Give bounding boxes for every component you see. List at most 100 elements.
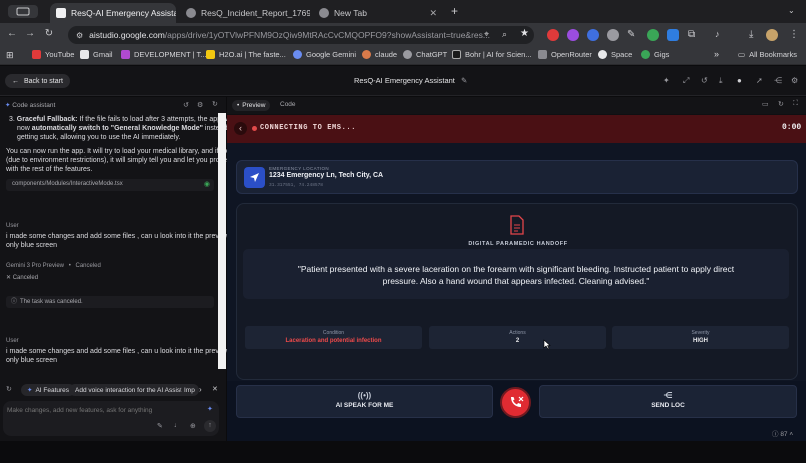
settings-icon[interactable]: ⚙ bbox=[197, 101, 203, 109]
model-name: Gemini 3 Pro Preview bbox=[6, 263, 65, 269]
bookmark-label: All Bookmarks bbox=[749, 50, 798, 59]
back-arrow-icon[interactable]: ← bbox=[3, 28, 21, 39]
url-path: /apps/drive/1yOTVlwPFNM9OzQiw9MtRAcCvCMQ… bbox=[164, 30, 490, 40]
extension-green-icon[interactable] bbox=[647, 29, 659, 41]
ai-speak-button[interactable]: ((•)) AI SPEAK FOR ME bbox=[236, 385, 493, 418]
chip-improve[interactable]: Imp bbox=[181, 384, 196, 396]
close-icon[interactable]: ✕ bbox=[212, 385, 218, 393]
download-icon[interactable]: ⤓ bbox=[719, 76, 723, 86]
bookmarks-overflow[interactable]: » bbox=[714, 49, 719, 59]
dot-icon: • bbox=[237, 102, 240, 109]
reload-preview-icon[interactable]: ↻ bbox=[778, 100, 784, 108]
browser-menu-icon[interactable]: ⋮ bbox=[789, 29, 801, 41]
share-link-icon[interactable]: ⤢ bbox=[683, 76, 689, 86]
bookmark-claude[interactable]: claude bbox=[362, 50, 397, 59]
tab-incident-report[interactable]: ResQ_Incident_Report_1769 ✕ bbox=[180, 3, 310, 23]
chevron-down-icon[interactable]: ⌄ bbox=[788, 6, 795, 15]
new-tab-button[interactable]: + bbox=[451, 4, 458, 18]
extension-grey-icon[interactable] bbox=[607, 29, 619, 41]
extension-red-icon[interactable] bbox=[547, 29, 559, 41]
send-icon[interactable]: ↑ bbox=[204, 420, 216, 432]
zoom-indicator[interactable]: ⓘ 87 ˄ bbox=[772, 428, 793, 438]
bookmark-openrouter[interactable]: OpenRouter bbox=[538, 50, 592, 59]
add-icon[interactable]: ⊕ bbox=[190, 422, 196, 430]
extension-blue2-icon[interactable] bbox=[667, 29, 679, 41]
extension-blue-icon[interactable] bbox=[587, 29, 599, 41]
tab-new-tab[interactable]: New Tab ✕ bbox=[313, 3, 443, 23]
tab-resq-assistant[interactable]: ResQ-AI Emergency Assistant ✕ bbox=[50, 3, 176, 23]
scrollbar[interactable] bbox=[218, 113, 226, 369]
file-path: components/Modules/InteractiveMode.tsx bbox=[12, 181, 123, 187]
claude-icon bbox=[362, 50, 371, 59]
bookmark-chatgpt[interactable]: ChatGPT bbox=[403, 50, 447, 59]
handoff-title: DIGITAL PARAMEDIC HANDOFF bbox=[468, 241, 568, 247]
extension-purple-icon[interactable] bbox=[567, 29, 579, 41]
all-bookmarks[interactable]: ▭ All Bookmarks bbox=[738, 50, 797, 59]
site-settings-icon[interactable]: ⚙ bbox=[76, 31, 83, 40]
deploy-rocket-icon[interactable]: ➚ bbox=[756, 76, 763, 85]
refresh-icon[interactable]: ↻ bbox=[212, 100, 218, 108]
fullscreen-icon[interactable]: ⛶ bbox=[793, 100, 798, 108]
avatar[interactable] bbox=[766, 29, 778, 41]
bookmark-gemini[interactable]: Google Gemini bbox=[293, 50, 356, 59]
file-reference-card[interactable]: components/Modules/InteractiveMode.tsx ◉ bbox=[6, 179, 214, 191]
reload-icon[interactable]: ↻ bbox=[40, 28, 58, 39]
address-bar[interactable]: ⚙ aistudio.google.com/apps/drive/1yOTVlw… bbox=[68, 26, 534, 44]
refresh-suggestions-icon[interactable]: ↻ bbox=[6, 385, 12, 393]
page-title: ResQ-AI Emergency Assistant ✎ bbox=[354, 76, 467, 85]
settings-icon[interactable]: ⚙ bbox=[791, 76, 798, 85]
preview-panel: • Preview Code ▭ ↻ ⛶ ‹ CONNECTING TO EMS.… bbox=[227, 97, 806, 441]
device-icon[interactable]: ▭ bbox=[762, 100, 769, 108]
history-icon[interactable]: ↺ bbox=[183, 101, 189, 109]
apps-grid-icon[interactable]: ⊞ bbox=[6, 50, 14, 61]
microphone-icon[interactable]: ♩ bbox=[174, 422, 181, 429]
prompt-input[interactable] bbox=[7, 404, 197, 416]
chip-ai-features[interactable]: ✦ AI Features bbox=[21, 384, 76, 396]
tab-label: Code bbox=[280, 101, 296, 108]
forward-arrow-icon[interactable]: → bbox=[21, 28, 39, 39]
text: If the file fails to load after 3 attemp… bbox=[77, 116, 233, 123]
radio-waves-icon: ((•)) bbox=[357, 391, 372, 400]
bookmark-youtube[interactable]: YouTube bbox=[32, 50, 74, 59]
bookmark-h2o[interactable]: H2O.ai | The faste... bbox=[206, 50, 286, 59]
bookmark-label: ChatGPT bbox=[416, 50, 448, 59]
bookmark-gmail[interactable]: Gmail bbox=[80, 50, 113, 59]
sparkle-icon[interactable]: ✦ bbox=[663, 76, 670, 85]
extension-pen-icon[interactable]: ✎ bbox=[627, 29, 639, 41]
tab-preview[interactable]: • Preview bbox=[232, 100, 271, 111]
stat-label: Actions bbox=[509, 330, 526, 336]
share-icon[interactable]: ⋲ bbox=[774, 76, 782, 85]
send-location-button[interactable]: ⋲ SEND LOC bbox=[539, 385, 797, 418]
code-assistant-panel: ✦ Code assistant ↺ ⚙ ↻ 3. Graceful Fallb… bbox=[0, 97, 240, 441]
bookmark-bohr[interactable]: Bohr | AI for Scien... bbox=[452, 50, 532, 59]
bookmark-development[interactable]: DEVELOPMENT | T... bbox=[121, 50, 207, 59]
edit-pencil-icon[interactable]: ✎ bbox=[461, 76, 467, 85]
user-label: User bbox=[6, 338, 19, 344]
prompt-composer[interactable]: ✦ ✎ ♩ ⊕ ↑ bbox=[3, 401, 219, 436]
chevron-right-icon[interactable]: › bbox=[199, 385, 202, 394]
history-icon[interactable]: ↺ bbox=[701, 76, 708, 85]
handoff-quote-box: "Patient presented with a severe lacerat… bbox=[243, 249, 789, 299]
globe-icon bbox=[186, 8, 196, 18]
back-to-start-button[interactable]: ← Back to start bbox=[5, 74, 70, 88]
bookmark-space[interactable]: Space bbox=[598, 50, 632, 59]
location-pin-icon[interactable]: ⌖ bbox=[484, 29, 489, 40]
close-tab-icon[interactable]: ✕ bbox=[425, 8, 437, 19]
extensions-puzzle-icon[interactable]: ⧉ bbox=[688, 29, 700, 41]
chip-voice-interaction[interactable]: Add voice interaction for the AI Assista… bbox=[69, 384, 199, 396]
github-icon[interactable]: ● bbox=[737, 76, 742, 85]
download-icon[interactable]: ⤓ bbox=[749, 29, 761, 41]
text: now bbox=[17, 125, 32, 132]
tab-search-icon[interactable] bbox=[8, 5, 38, 18]
sparkle-icon: ✦ bbox=[207, 406, 213, 413]
media-icon[interactable]: ♪ bbox=[715, 29, 727, 41]
bookmark-gigs[interactable]: Gigs bbox=[641, 50, 669, 59]
zoom-icon[interactable]: ⌕ bbox=[502, 29, 507, 40]
tab-code[interactable]: Code bbox=[280, 101, 296, 108]
canceled-status: ✕ Canceled bbox=[6, 274, 38, 284]
bookmark-star-icon[interactable]: ★ bbox=[520, 28, 529, 39]
hang-up-call-button[interactable] bbox=[500, 387, 531, 418]
back-chevron-button[interactable]: ‹ bbox=[234, 122, 247, 135]
bold-text: automatically switch to "General Knowled… bbox=[31, 125, 203, 132]
edit-icon[interactable]: ✎ bbox=[157, 422, 163, 430]
